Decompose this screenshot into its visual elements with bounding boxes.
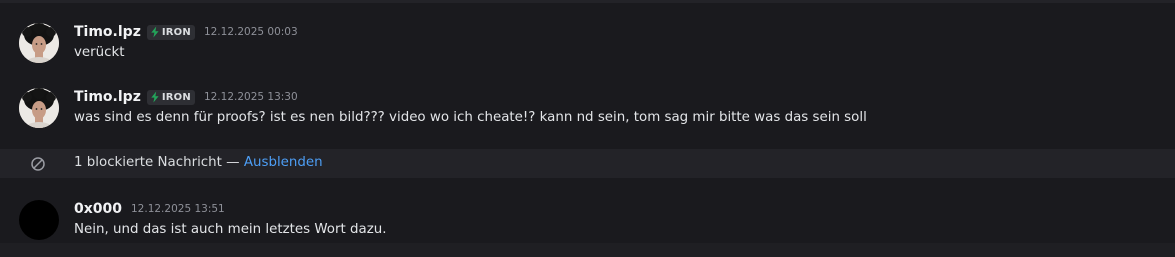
avatar[interactable] [19, 200, 59, 240]
timestamp[interactable]: 12.12.2025 13:51 [131, 203, 225, 215]
blocked-count-label: 1 blockierte Nachricht [74, 155, 222, 170]
server-tag[interactable]: IRON [146, 24, 195, 40]
message-header: Timo.lpz IRON 12.12.2025 13:30 [74, 87, 298, 107]
bottom-divider [0, 243, 1175, 257]
message-text: Nein, und das ist auch mein letztes Wort… [74, 222, 387, 237]
username[interactable]: Timo.lpz [74, 24, 141, 40]
blocked-circle-icon [31, 157, 45, 171]
top-divider [0, 0, 1175, 3]
avatar[interactable] [19, 88, 59, 128]
lightning-bolt-icon [151, 91, 159, 103]
lightning-bolt-icon [151, 26, 159, 38]
message-header: Timo.lpz IRON 12.12.2025 00:03 [74, 22, 298, 42]
blocked-message-row: 1 blockierte Nachricht — Ausblenden [0, 149, 1175, 178]
message-header: 0x000 12.12.2025 13:51 [74, 199, 225, 219]
server-tag-label: IRON [161, 91, 191, 103]
server-tag[interactable]: IRON [146, 89, 195, 105]
username[interactable]: Timo.lpz [74, 89, 141, 105]
hide-blocked-link[interactable]: Ausblenden [244, 155, 323, 170]
separator: — [221, 155, 244, 170]
avatar[interactable] [19, 23, 59, 63]
timestamp[interactable]: 12.12.2025 00:03 [204, 26, 298, 38]
message-text: verückt [74, 45, 125, 60]
timestamp[interactable]: 12.12.2025 13:30 [204, 91, 298, 103]
message-text: was sind es denn für proofs? ist es nen … [74, 110, 867, 125]
username[interactable]: 0x000 [74, 201, 122, 217]
blocked-message-text: 1 blockierte Nachricht — Ausblenden [74, 155, 323, 170]
server-tag-label: IRON [161, 26, 191, 38]
